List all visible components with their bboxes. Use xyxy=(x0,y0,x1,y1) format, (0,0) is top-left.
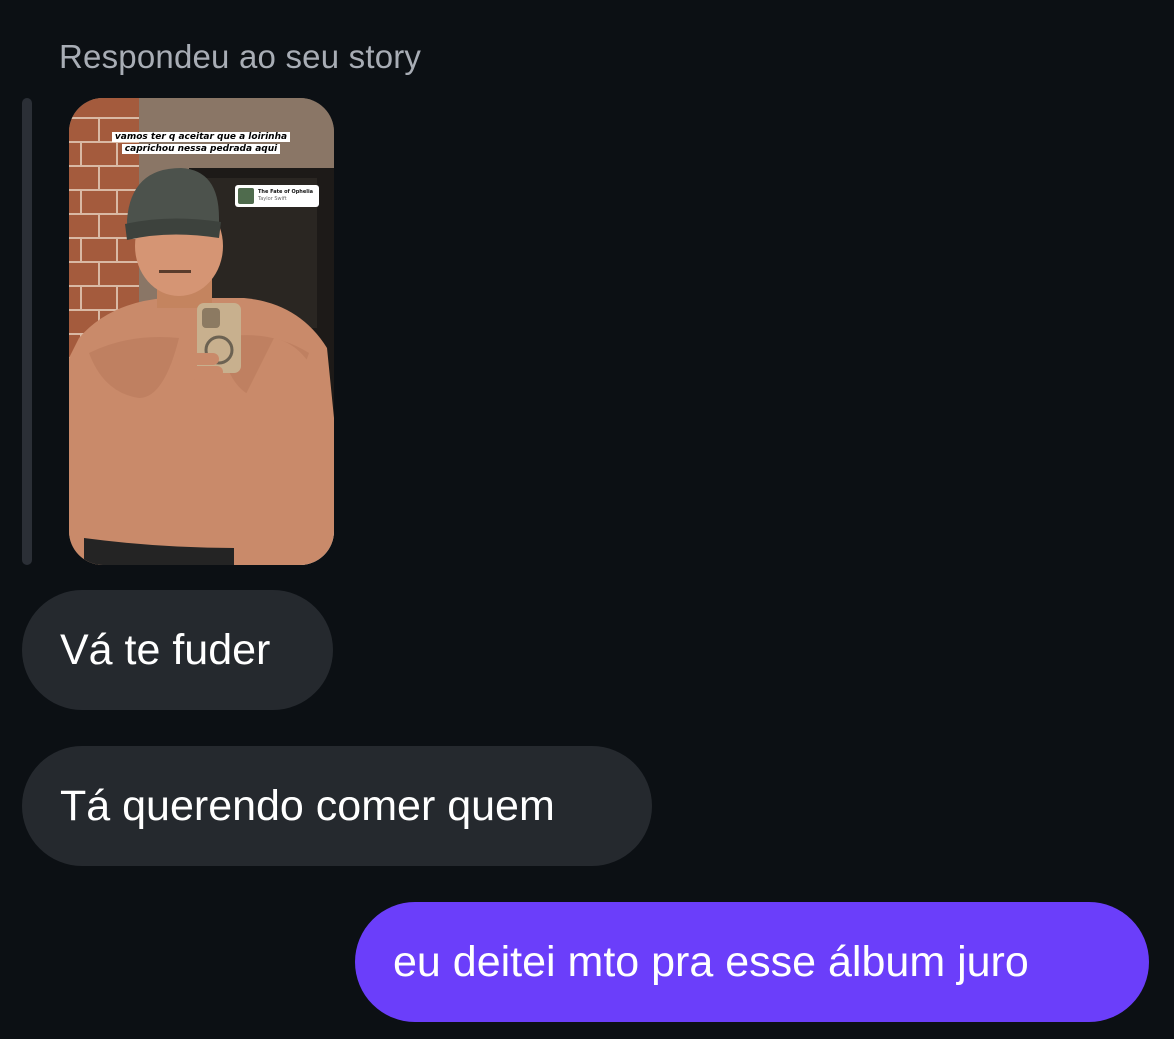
story-thumbnail[interactable]: vamos ter q aceitar que a loirinha capric… xyxy=(69,98,334,565)
music-title: The Fate of Ophelia xyxy=(258,189,314,195)
story-caption-line-2: caprichou nessa pedrada aqui xyxy=(121,144,281,154)
album-cover-icon xyxy=(238,188,254,204)
reply-quote-bar xyxy=(22,98,32,565)
music-artist: Taylor Swift xyxy=(258,196,287,202)
message-text: Vá te fuder xyxy=(60,625,271,674)
message-bubble-incoming[interactable]: Tá querendo comer quem xyxy=(22,746,652,866)
music-sticker: The Fate of Ophelia Taylor Swift xyxy=(235,185,319,207)
message-bubble-incoming[interactable]: Vá te fuder xyxy=(22,590,333,710)
story-reply-label: Respondeu ao seu story xyxy=(59,38,422,75)
message-text: eu deitei mto pra esse álbum juro xyxy=(393,937,1029,986)
story-caption-line-1: vamos ter q aceitar que a loirinha xyxy=(111,132,291,142)
story-caption: vamos ter q aceitar que a loirinha capric… xyxy=(101,131,301,155)
message-bubble-outgoing[interactable]: eu deitei mto pra esse álbum juro xyxy=(355,902,1149,1022)
story-photo xyxy=(69,98,334,565)
message-text: Tá querendo comer quem xyxy=(60,781,555,830)
